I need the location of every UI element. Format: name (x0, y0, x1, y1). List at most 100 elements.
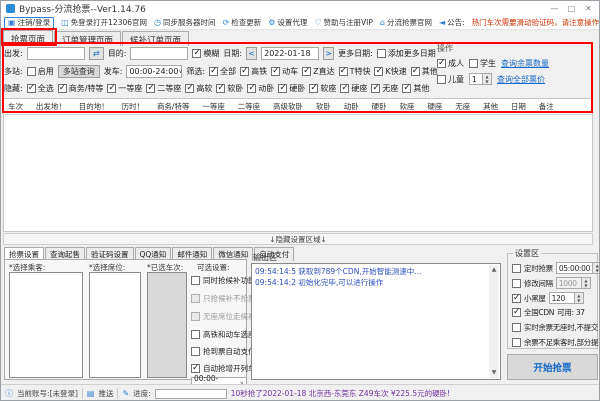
adult-item[interactable]: 成人 (437, 58, 464, 69)
hide-checkbox[interactable] (58, 84, 67, 93)
col-other[interactable]: 其他 (483, 101, 498, 112)
filter-checkbox[interactable] (240, 67, 249, 76)
hide-checkbox[interactable] (216, 84, 225, 93)
setting-no-seat-skip[interactable]: 实时余票无座时,不提交 (512, 322, 598, 333)
maximize-button[interactable]: □ (563, 1, 580, 16)
collapse-settings-button[interactable]: ↓隐藏设置区域↓ (3, 233, 593, 245)
col-soft-seat[interactable]: 软座 (399, 101, 414, 112)
tab-order-management[interactable]: 订单管理页面 (54, 31, 121, 46)
option-checkbox[interactable] (191, 347, 200, 356)
stepper-arrows[interactable]: ▲▼ (483, 73, 492, 85)
fuzzy-checkbox[interactable] (192, 49, 201, 58)
col-to[interactable]: 目的地！ (79, 101, 109, 112)
col-second[interactable]: 二等座 (238, 101, 261, 112)
filter-item-all[interactable]: 全部 (209, 66, 236, 77)
hide-checkbox[interactable] (371, 84, 380, 93)
hide-checkbox[interactable] (185, 84, 194, 93)
setting-checkbox[interactable] (512, 338, 521, 347)
option-auto-pay[interactable]: 抢到票自动支付 (191, 346, 256, 357)
hide-item-2[interactable]: 一等座 (107, 83, 142, 94)
option-waitlist-only[interactable]: 只抢候补不抢票 (191, 293, 256, 304)
scroll-down-icon[interactable]: ▼ (489, 368, 499, 378)
option-checkbox[interactable] (191, 294, 200, 303)
option-extra-trains[interactable]: 自动抢增开列车 (191, 363, 256, 374)
setting-checkbox[interactable] (512, 323, 521, 332)
tab-ticket-page[interactable]: 抢票页面 (3, 30, 53, 46)
setting-interval[interactable]: 修改间隔 1000▲▼ (512, 277, 591, 289)
filter-item-t[interactable]: T特快 (339, 66, 371, 77)
swap-stations-button[interactable]: ⇄ (89, 47, 104, 60)
col-soft-sleeper[interactable]: 软卧 (316, 101, 331, 112)
setting-checkbox[interactable] (512, 308, 521, 317)
child-item[interactable]: 儿童 (437, 74, 464, 85)
to-input[interactable] (130, 47, 188, 60)
prev-date-button[interactable]: < (246, 47, 257, 60)
child-checkbox[interactable] (437, 75, 446, 84)
filter-item-other[interactable]: 其他 (411, 66, 438, 77)
option-checkbox[interactable] (191, 312, 200, 321)
hide-checkbox[interactable] (340, 84, 349, 93)
col-date[interactable]: 日期 (511, 101, 526, 112)
col-from[interactable]: 出发地！ (36, 101, 66, 112)
col-remark[interactable]: 备注 (539, 101, 554, 112)
sync-time-button[interactable]: ◷ 同步服务器时间 (154, 17, 215, 28)
setting-checkbox[interactable] (512, 294, 521, 303)
hide-item-7[interactable]: 硬卧 (278, 83, 305, 94)
seat-listbox[interactable] (89, 272, 141, 378)
next-date-button[interactable]: > (323, 47, 334, 60)
hide-checkbox[interactable] (247, 84, 256, 93)
col-no-seat[interactable]: 无座 (455, 101, 470, 112)
blacklist-stepper[interactable]: 120▲▼ (549, 292, 584, 304)
filter-item-z[interactable]: Z直达 (302, 66, 334, 77)
scroll-up-icon[interactable]: ▲ (489, 265, 499, 275)
stepper-arrows[interactable]: ▲▼ (582, 277, 591, 289)
stepper-arrows[interactable]: ▲▼ (575, 292, 584, 304)
passenger-listbox[interactable] (9, 272, 83, 378)
setting-cdn[interactable]: 全国CDN 可用: 37 (512, 307, 585, 318)
interval-stepper[interactable]: 1000▲▼ (556, 277, 591, 289)
filter-checkbox[interactable] (271, 67, 280, 76)
hide-item-1[interactable]: 商务/特等 (58, 83, 104, 94)
selected-trains-listbox[interactable] (147, 272, 187, 378)
stepper-arrows[interactable]: ▲▼ (593, 262, 600, 274)
setting-partial-submit[interactable]: 余票不足乘客时,部分提交 (512, 337, 600, 348)
option-waitlist-also[interactable]: 同时抢候补功能 (191, 275, 256, 286)
student-item[interactable]: 学生 (469, 58, 496, 69)
col-motor-sleeper[interactable]: 动卧 (344, 101, 359, 112)
hide-item-11[interactable]: 其他 (402, 83, 429, 94)
option-checkbox[interactable] (191, 276, 200, 285)
hide-item-3[interactable]: 二等座 (146, 83, 181, 94)
hide-item-10[interactable]: 无座 (371, 83, 398, 94)
filter-item-gaotie[interactable]: 高铁 (240, 66, 267, 77)
enable-multi-checkbox[interactable] (27, 67, 36, 76)
filter-checkbox[interactable] (374, 67, 383, 76)
vip-button[interactable]: ♡ 赞助与注册VIP (314, 17, 373, 28)
add-more-dates-item[interactable]: 添加更多日期 (377, 48, 436, 59)
hide-checkbox[interactable] (402, 84, 411, 93)
close-button[interactable]: ✕ (580, 1, 597, 16)
hide-checkbox[interactable] (278, 84, 287, 93)
child-count-stepper[interactable]: 1 ▲▼ (469, 73, 492, 85)
hide-item-8[interactable]: 软座 (309, 83, 336, 94)
col-duration[interactable]: 历时！ (122, 101, 145, 112)
col-first[interactable]: 一等座 (202, 101, 225, 112)
filter-checkbox[interactable] (302, 67, 311, 76)
hide-item-9[interactable]: 硬座 (340, 83, 367, 94)
filter-item-dongche[interactable]: 动车 (271, 66, 298, 77)
filter-item-k[interactable]: K快速 (374, 66, 406, 77)
open-12306-button[interactable]: ◫ 免登录打开12306官网 (61, 17, 147, 28)
filter-checkbox[interactable] (339, 67, 348, 76)
minimize-button[interactable]: — (546, 1, 563, 16)
student-checkbox[interactable] (469, 59, 478, 68)
setting-blacklist[interactable]: 小黑屋 120▲▼ (512, 292, 584, 304)
col-hard-sleeper[interactable]: 硬卧 (372, 101, 387, 112)
hide-item-4[interactable]: 高软 (185, 83, 212, 94)
push-toggle[interactable]: 推送 (98, 388, 113, 399)
timed-grab-stepper[interactable]: 05:00:00▲▼ (556, 262, 600, 274)
option-noseat-waitlist[interactable]: 无座席位走候补 (191, 311, 256, 322)
setting-checkbox[interactable] (512, 264, 521, 273)
proxy-settings-button[interactable]: ⚙ 设置代理 (268, 17, 307, 28)
hide-item-6[interactable]: 动卧 (247, 83, 274, 94)
option-checkbox[interactable] (191, 330, 200, 339)
col-deluxe-sleeper[interactable]: 高级软卧 (273, 101, 303, 112)
